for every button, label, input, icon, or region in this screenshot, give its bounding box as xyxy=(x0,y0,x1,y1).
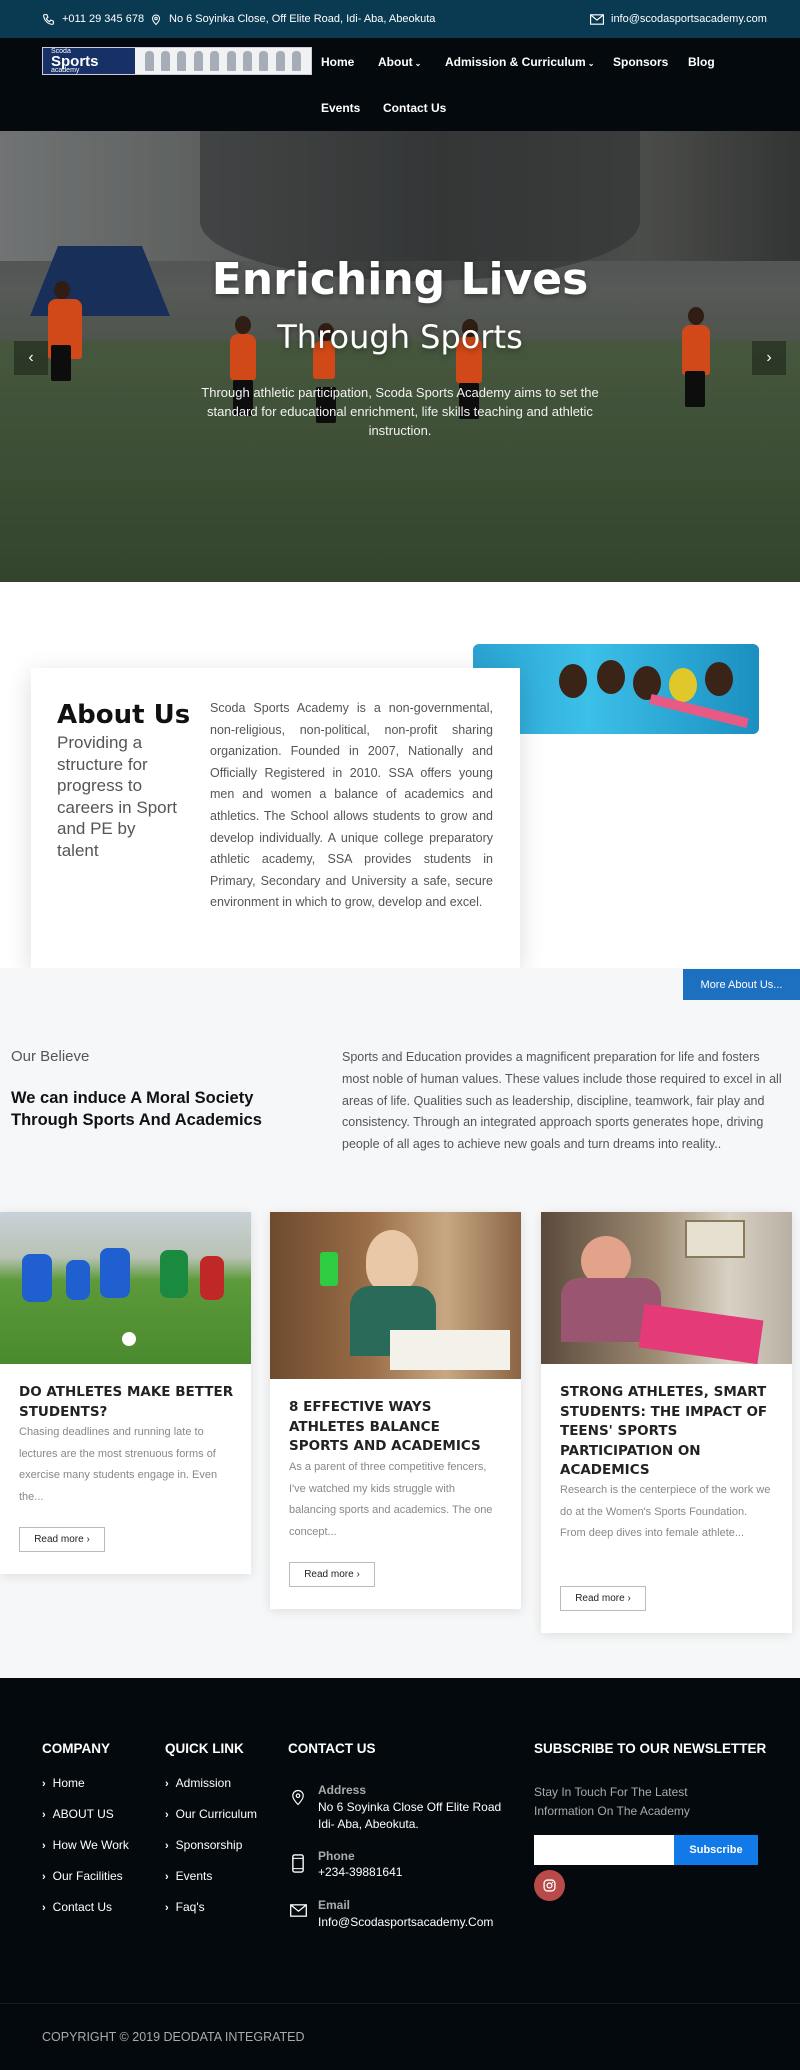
footer-quicklink-heading: QUICK LINK xyxy=(165,1741,244,1756)
hero-subtitle: Through Sports xyxy=(277,318,523,356)
footer-contact-heading: CONTACT US xyxy=(288,1741,376,1756)
footer-address-label: Address xyxy=(318,1783,367,1797)
nav-contact[interactable]: Contact Us xyxy=(383,101,446,115)
chevron-right-icon: › xyxy=(165,1778,169,1790)
blog-image-soccer-kids xyxy=(0,1212,251,1364)
footer-address-line2: Idi- Aba, Abeokuta. xyxy=(318,1817,419,1831)
footer-link-faqs[interactable]: › Faq's xyxy=(165,1900,205,1914)
blog-excerpt: Chasing deadlines and running late to le… xyxy=(19,1426,218,1503)
chevron-right-icon: › xyxy=(627,1593,631,1604)
envelope-icon xyxy=(590,13,604,25)
location-pin-icon xyxy=(292,1789,304,1806)
footer-link-admission[interactable]: › Admission xyxy=(165,1776,231,1790)
instagram-icon xyxy=(543,1879,556,1892)
instagram-button[interactable] xyxy=(534,1870,565,1901)
hero-slider xyxy=(0,131,800,582)
phone-icon xyxy=(43,13,54,25)
slider-prev-button[interactable]: ‹ xyxy=(14,341,48,375)
nav-sponsors[interactable]: Sponsors xyxy=(613,55,668,69)
nav-events[interactable]: Events xyxy=(321,101,360,115)
footer-company-heading: COMPANY xyxy=(42,1741,111,1756)
newsletter-email-input[interactable] xyxy=(534,1835,674,1865)
location-pin-icon xyxy=(151,14,161,25)
site-logo[interactable]: Scoda Sports academy xyxy=(42,47,312,75)
hero-title: Enriching Lives xyxy=(211,254,589,305)
footer-link-about[interactable]: › ABOUT US xyxy=(42,1807,114,1821)
subscribe-button[interactable]: Subscribe xyxy=(674,1835,758,1865)
top-bar: +011 29 345 678 No 6 Soyinka Close, Off … xyxy=(0,0,800,38)
believe-label: Our Believe xyxy=(11,1048,90,1065)
nav-home[interactable]: Home xyxy=(321,55,354,69)
footer-email-value[interactable]: Info@Scodasportsacademy.Com xyxy=(318,1914,493,1931)
envelope-icon xyxy=(290,1904,307,1917)
logo-athlete-silhouettes xyxy=(135,48,311,74)
chevron-right-icon: › xyxy=(165,1871,169,1883)
phone-number: +011 29 345 678 xyxy=(62,13,145,25)
blog-card: 8 EFFECTIVE WAYS ATHLETES BALANCE SPORTS… xyxy=(270,1212,521,1609)
more-about-button[interactable]: More About Us... xyxy=(683,969,800,1000)
believe-text: Sports and Education provides a magnific… xyxy=(342,1050,782,1152)
chevron-right-icon: › xyxy=(766,349,772,366)
nav-about[interactable]: About ⌄ xyxy=(378,55,421,69)
about-tagline: Providing a structure for progress to ca… xyxy=(57,733,177,860)
about-title: About Us xyxy=(57,700,191,730)
newsletter-description: Stay In Touch For The Latest Information… xyxy=(534,1785,690,1818)
chevron-right-icon: › xyxy=(356,1569,360,1580)
blog-image-athlete-studying xyxy=(541,1212,792,1364)
believe-heading: We can induce A Moral Society Through Sp… xyxy=(11,1089,262,1129)
footer-email-label: Email xyxy=(318,1898,351,1912)
blog-card: DO ATHLETES MAKE BETTER STUDENTS? Chasin… xyxy=(0,1212,251,1574)
nav-admission-curriculum[interactable]: Admission & Curriculum ⌄ xyxy=(445,55,594,69)
chevron-right-icon: › xyxy=(165,1840,169,1852)
chevron-left-icon: ‹ xyxy=(28,349,34,366)
blog-title[interactable]: 8 EFFECTIVE WAYS ATHLETES BALANCE SPORTS… xyxy=(289,1398,504,1457)
chevron-right-icon: › xyxy=(42,1778,46,1790)
footer-address-line1: No 6 Soyinka Close Off Elite Road xyxy=(318,1800,502,1814)
footer-link-curriculum[interactable]: › Our Curriculum xyxy=(165,1807,257,1821)
footer-link-how-we-work[interactable]: › How We Work xyxy=(42,1838,129,1852)
read-more-button[interactable]: Read more › xyxy=(19,1527,105,1552)
blog-excerpt: As a parent of three competitive fencers… xyxy=(289,1461,493,1538)
footer-link-events[interactable]: › Events xyxy=(165,1869,212,1883)
blog-title[interactable]: DO ATHLETES MAKE BETTER STUDENTS? xyxy=(19,1383,234,1422)
blog-image-student-phone xyxy=(270,1212,521,1379)
topbar-email[interactable]: info@scodasportsacademy.com xyxy=(590,0,767,38)
chevron-right-icon: › xyxy=(42,1871,46,1883)
footer-phone-value[interactable]: +234-39881641 xyxy=(318,1864,402,1881)
chevron-right-icon: › xyxy=(165,1809,169,1821)
blog-title[interactable]: STRONG ATHLETES, SMART STUDENTS: THE IMP… xyxy=(560,1383,775,1481)
copyright-text: COPYRIGHT © 2019 DEODATA INTEGRATED xyxy=(42,2030,305,2044)
hero-description: Through athletic participation, Scoda Sp… xyxy=(201,385,599,438)
nav-blog[interactable]: Blog xyxy=(688,55,715,69)
footer-link-facilities[interactable]: › Our Facilities xyxy=(42,1869,123,1883)
topbar-phone[interactable]: +011 29 345 678 xyxy=(42,0,144,38)
blog-card: STRONG ATHLETES, SMART STUDENTS: THE IMP… xyxy=(541,1212,792,1633)
read-more-button[interactable]: Read more › xyxy=(289,1562,375,1587)
address-text: No 6 Soyinka Close, Off Elite Road, Idi-… xyxy=(169,13,436,25)
email-text: info@scodasportsacademy.com xyxy=(611,13,767,25)
footer-phone-label: Phone xyxy=(318,1849,355,1863)
chevron-right-icon: › xyxy=(86,1534,90,1545)
footer-link-sponsorship[interactable]: › Sponsorship xyxy=(165,1838,242,1852)
chevron-right-icon: › xyxy=(42,1809,46,1821)
footer-link-home[interactable]: › Home xyxy=(42,1776,85,1790)
footer-divider xyxy=(0,2003,800,2004)
chevron-right-icon: › xyxy=(42,1902,46,1914)
chevron-right-icon: › xyxy=(165,1902,169,1914)
read-more-button[interactable]: Read more › xyxy=(560,1586,646,1611)
chevron-right-icon: › xyxy=(42,1840,46,1852)
about-description: Scoda Sports Academy is a non-government… xyxy=(210,701,493,910)
chevron-down-icon: ⌄ xyxy=(587,59,595,68)
blog-excerpt: Research is the centerpiece of the work … xyxy=(560,1484,771,1539)
mobile-phone-icon xyxy=(292,1854,304,1873)
slider-next-button[interactable]: › xyxy=(752,341,786,375)
chevron-down-icon: ⌄ xyxy=(414,59,422,68)
topbar-address: No 6 Soyinka Close, Off Elite Road, Idi-… xyxy=(150,0,435,38)
logo-wordmark: Scoda Sports academy xyxy=(43,48,135,74)
footer-link-contact[interactable]: › Contact Us xyxy=(42,1900,112,1914)
footer-newsletter-heading: SUBSCRIBE TO OUR NEWSLETTER xyxy=(534,1741,767,1756)
